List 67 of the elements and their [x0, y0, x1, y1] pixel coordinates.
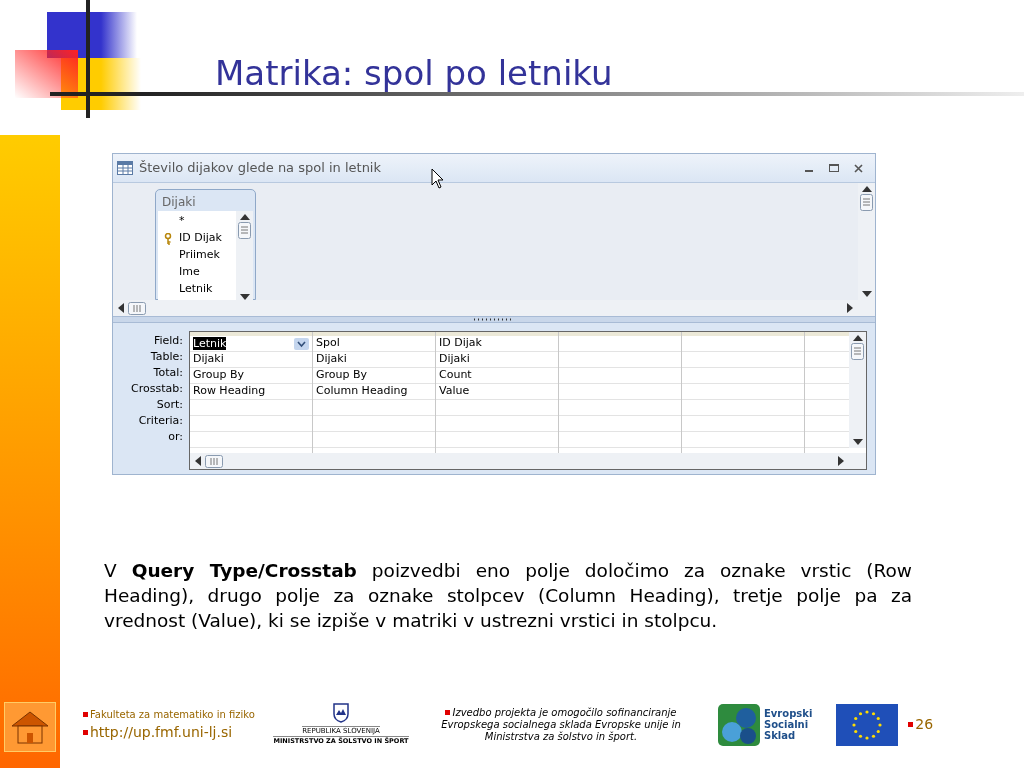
- dropdown-arrow-icon[interactable]: [294, 337, 309, 350]
- bullet-icon: [83, 729, 88, 735]
- grid-cell-value[interactable]: Value: [439, 383, 470, 400]
- scroll-thumb-icon[interactable]: [205, 454, 223, 468]
- grip-icon[interactable]: [474, 318, 514, 321]
- grid-cell-value[interactable]: Count: [439, 367, 472, 384]
- mouse-cursor-icon: [431, 168, 445, 190]
- scroll-thumb-icon[interactable]: [128, 301, 146, 315]
- grid-cell-value[interactable]: ID Dijak: [439, 335, 482, 352]
- field-name[interactable]: ID Dijak: [179, 230, 222, 247]
- grid-cell-value[interactable]: Spol: [316, 335, 340, 352]
- scroll-up-icon[interactable]: [861, 186, 872, 192]
- field-name[interactable]: *: [179, 213, 185, 230]
- slide-title: Matrika: spol po letniku: [215, 54, 614, 92]
- vertical-scrollbar[interactable]: [236, 211, 253, 303]
- faculty-name: Fakulteta za matematiko in fiziko: [90, 707, 255, 722]
- field-name[interactable]: Priimek: [179, 247, 220, 264]
- grid-cell-value[interactable]: Dijaki: [193, 351, 224, 368]
- grid-cell-value[interactable]: Group By: [316, 367, 368, 384]
- scroll-thumb-icon[interactable]: [860, 194, 873, 211]
- coat-of-arms-icon: [333, 703, 349, 723]
- fund-name-line: Evropski: [764, 708, 813, 719]
- row-label: Field:: [152, 333, 184, 349]
- window-title: Število dijakov glede na spol in letnik: [139, 159, 381, 178]
- row-label: Table:: [149, 349, 184, 365]
- scroll-left-icon[interactable]: [195, 456, 201, 466]
- row-label: Sort:: [155, 397, 184, 413]
- field-name[interactable]: Letnik: [179, 281, 213, 298]
- vertical-scrollbar[interactable]: [858, 183, 875, 300]
- fund-name-line: Socialni: [764, 719, 809, 730]
- bullet-icon: [445, 710, 451, 715]
- grid-cell-value[interactable]: Dijaki: [316, 351, 347, 368]
- circles-icon: [718, 703, 760, 746]
- bullet-icon: [83, 711, 88, 717]
- bullet-icon: [908, 722, 914, 727]
- row-label: Crosstab:: [130, 381, 184, 397]
- vertical-scrollbar[interactable]: [849, 332, 866, 448]
- page-number: 26: [915, 715, 934, 734]
- row-label: Total:: [152, 365, 184, 381]
- row-label: Criteria:: [137, 413, 184, 429]
- website-link[interactable]: http://up.fmf.uni-lj.si: [90, 721, 233, 743]
- fund-name-line: Sklad: [764, 730, 797, 741]
- scroll-left-icon[interactable]: [118, 303, 124, 313]
- scroll-right-icon[interactable]: [838, 456, 844, 466]
- home-button[interactable]: [4, 702, 56, 752]
- scroll-up-icon[interactable]: [852, 335, 863, 341]
- scroll-thumb-icon[interactable]: [851, 343, 864, 360]
- row-label: or:: [167, 429, 184, 445]
- grid-cell-value[interactable]: Dijaki: [439, 351, 470, 368]
- grid-cell-value[interactable]: Letnik: [193, 337, 227, 350]
- grid-cell-value[interactable]: Group By: [193, 367, 245, 384]
- maximize-icon[interactable]: [828, 164, 839, 172]
- scroll-thumb-icon[interactable]: [238, 222, 251, 239]
- funding-note: Izvedbo projekta je omogočilo sofinanciranje Evropskega socialnega sklada Evropske unije in Ministrstva za šolstvo in šport.: [440, 706, 682, 743]
- scroll-up-icon[interactable]: [239, 214, 250, 220]
- scroll-down-icon[interactable]: [861, 291, 872, 297]
- scroll-right-icon[interactable]: [847, 303, 853, 313]
- grid-cell-value[interactable]: Column Heading: [316, 383, 408, 400]
- eu-flag-icon: [836, 703, 899, 746]
- query-icon: [117, 161, 133, 175]
- body-paragraph: V Query Type/Crosstab poizvedbi eno polje določimo za oznake vrstic (Row Heading), drugo polje za oznake stolpcev (Column Heading), tretje polje pa za vrednost (Value), ki se izpiše v matriki v ustrezni vrstici in stolpcu.: [104, 559, 912, 633]
- scroll-down-icon[interactable]: [852, 439, 863, 445]
- grid-cell-value[interactable]: Row Heading: [193, 383, 266, 400]
- field-name[interactable]: Ime: [179, 264, 200, 281]
- table-name: Dijaki: [161, 194, 197, 211]
- close-icon[interactable]: [854, 163, 863, 173]
- house-icon[interactable]: [10, 709, 50, 745]
